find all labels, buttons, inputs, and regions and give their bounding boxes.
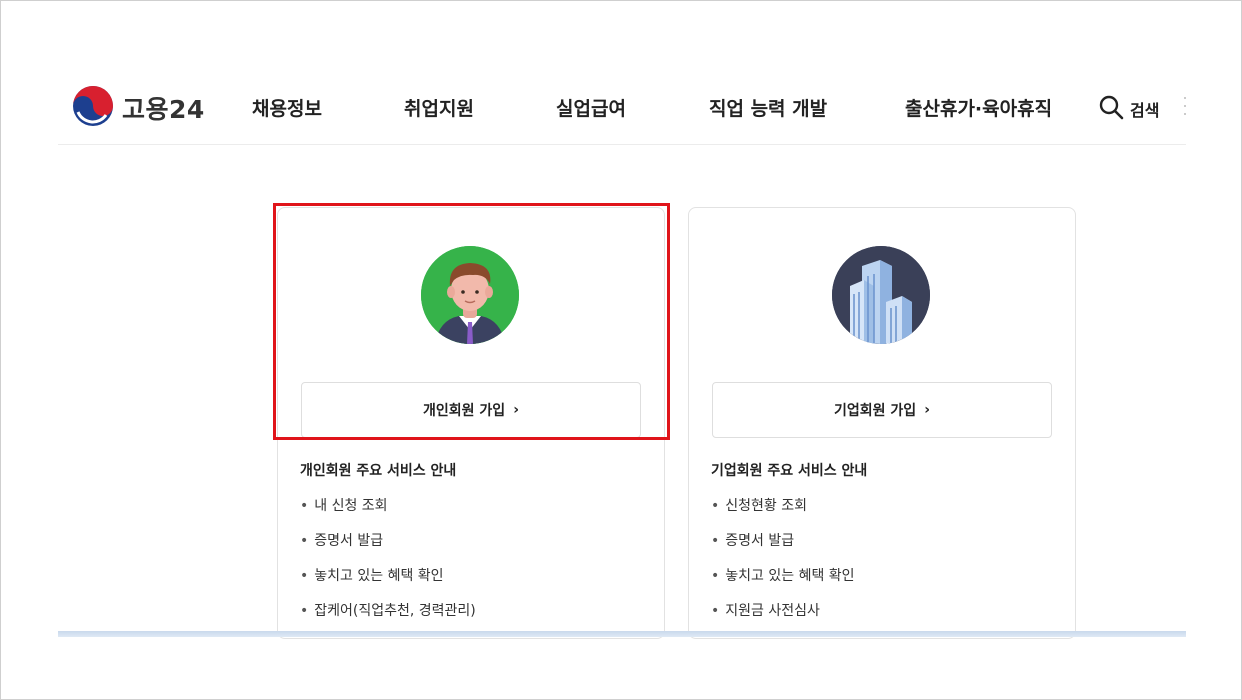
nav-item-vocational-training[interactable]: 직업 능력 개발 [709, 94, 827, 121]
nav-item-jobs[interactable]: 채용정보 [252, 94, 322, 121]
list-item[interactable]: 증명서 발급 [300, 532, 476, 567]
list-item[interactable]: 놓치고 있는 혜택 확인 [711, 567, 854, 602]
taegeuk-logo-icon [72, 85, 114, 131]
company-member-card: 기업회원 가입 › 기업회원 주요 서비스 안내 신청현황 조회 증명서 발급 … [688, 207, 1076, 639]
logo-text: 고용24 [122, 95, 205, 124]
bottom-band [58, 631, 1186, 637]
chevron-right-icon: › [513, 402, 519, 418]
list-item[interactable]: 신청현황 조회 [711, 497, 855, 532]
list-item[interactable]: 놓치고 있는 혜택 확인 [300, 567, 476, 602]
site-logo[interactable]: 고용24 [72, 86, 212, 130]
header-divider [58, 144, 1186, 145]
search-label: 검색 [1130, 101, 1160, 120]
chevron-right-icon: › [924, 402, 930, 418]
list-item[interactable]: 내 신청 조회 [300, 497, 476, 532]
nav-item-parental-leave[interactable]: 출산휴가·육아휴직 [905, 94, 1052, 121]
list-item[interactable]: 증명서 발급 [711, 532, 855, 567]
company-services-list: 신청현황 조회 증명서 발급 놓치고 있는 혜택 확인 지원금 사전심사 [711, 497, 855, 637]
personal-join-button[interactable]: 개인회원 가입 › [301, 382, 641, 438]
company-join-label: 기업회원 가입 [834, 403, 917, 419]
company-join-button[interactable]: 기업회원 가입 › [712, 382, 1052, 438]
personal-services-list: 내 신청 조회 증명서 발급 놓치고 있는 혜택 확인 잡케어(직업추천, 경력… [300, 497, 476, 637]
person-avatar-icon [421, 246, 519, 344]
building-icon [832, 246, 930, 344]
search-button[interactable]: 검색 [1098, 94, 1159, 124]
personal-join-label: 개인회원 가입 [423, 403, 506, 419]
search-icon [1098, 94, 1124, 124]
nav-item-unemployment-benefits[interactable]: 실업급여 [556, 94, 626, 121]
personal-member-card: 개인회원 가입 › 개인회원 주요 서비스 안내 내 신청 조회 증명서 발급 … [277, 207, 665, 639]
company-services-title: 기업회원 주요 서비스 안내 [711, 463, 868, 479]
nav-item-employment-support[interactable]: 취업지원 [404, 94, 474, 121]
more-dots-icon[interactable] [1184, 97, 1187, 119]
personal-services-title: 개인회원 주요 서비스 안내 [300, 463, 457, 479]
